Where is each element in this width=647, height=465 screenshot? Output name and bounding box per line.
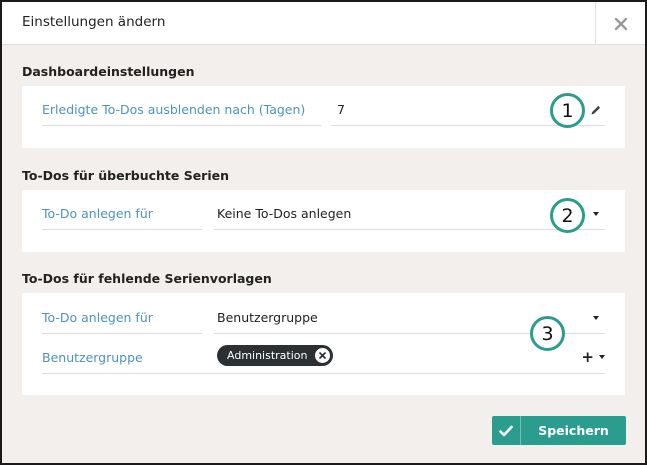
caret-down-icon bbox=[599, 355, 605, 359]
overbooked-create-value[interactable]: Keine To-Dos anlegen bbox=[217, 206, 351, 221]
settings-dialog: Einstellungen ändern Dashboardeinstellun… bbox=[0, 0, 647, 465]
section-title-missing-templates: To-Dos für fehlende Serienvorlagen bbox=[22, 271, 272, 286]
caret-down-icon bbox=[593, 316, 599, 320]
close-button[interactable] bbox=[595, 2, 645, 45]
save-button-label: Speichern bbox=[538, 423, 609, 438]
pencil-icon bbox=[591, 105, 601, 115]
remove-chip-button[interactable] bbox=[314, 348, 330, 363]
user-group-row: Benutzergruppe Administration + bbox=[42, 344, 605, 374]
hide-done-row: Erledigte To-Dos ausblenden nach (Tagen)… bbox=[42, 96, 605, 126]
close-icon bbox=[614, 17, 627, 30]
plus-icon: + bbox=[581, 348, 594, 366]
panel-overbooked: To-Do anlegen für Keine To-Dos anlegen bbox=[22, 190, 625, 252]
callout-marker-2: 2 bbox=[550, 198, 585, 233]
overbooked-create-label: To-Do anlegen für bbox=[42, 206, 153, 221]
close-icon bbox=[318, 352, 326, 359]
section-title-overbooked: To-Dos für überbuchte Serien bbox=[22, 168, 230, 183]
missing-create-dropdown-toggle[interactable] bbox=[587, 310, 605, 326]
overbooked-dropdown-toggle[interactable] bbox=[587, 206, 605, 222]
user-group-chip-label: Administration bbox=[227, 349, 308, 362]
hide-done-label: Erledigte To-Dos ausblenden nach (Tagen) bbox=[42, 102, 306, 117]
hide-done-value[interactable]: 7 bbox=[337, 102, 345, 117]
callout-marker-3: 3 bbox=[530, 316, 565, 351]
caret-down-icon bbox=[593, 212, 599, 216]
overbooked-create-row[interactable]: To-Do anlegen für Keine To-Dos anlegen bbox=[42, 200, 605, 230]
dialog-title: Einstellungen ändern bbox=[22, 14, 166, 30]
callout-marker-1: 1 bbox=[550, 93, 585, 128]
panel-dashboard: Erledigte To-Dos ausblenden nach (Tagen)… bbox=[22, 86, 625, 148]
missing-create-row[interactable]: To-Do anlegen für Benutzergruppe bbox=[42, 304, 605, 334]
section-title-dashboard: Dashboardeinstellungen bbox=[22, 64, 195, 79]
missing-create-label: To-Do anlegen für bbox=[42, 310, 153, 325]
user-group-chip: Administration bbox=[217, 345, 333, 366]
add-group-button[interactable]: + bbox=[581, 348, 605, 366]
missing-create-value[interactable]: Benutzergruppe bbox=[217, 310, 318, 325]
save-button[interactable]: Speichern bbox=[492, 416, 626, 445]
check-icon bbox=[492, 416, 521, 445]
edit-button[interactable] bbox=[587, 102, 605, 118]
dialog-titlebar: Einstellungen ändern bbox=[2, 2, 645, 45]
user-group-label: Benutzergruppe bbox=[42, 350, 143, 365]
